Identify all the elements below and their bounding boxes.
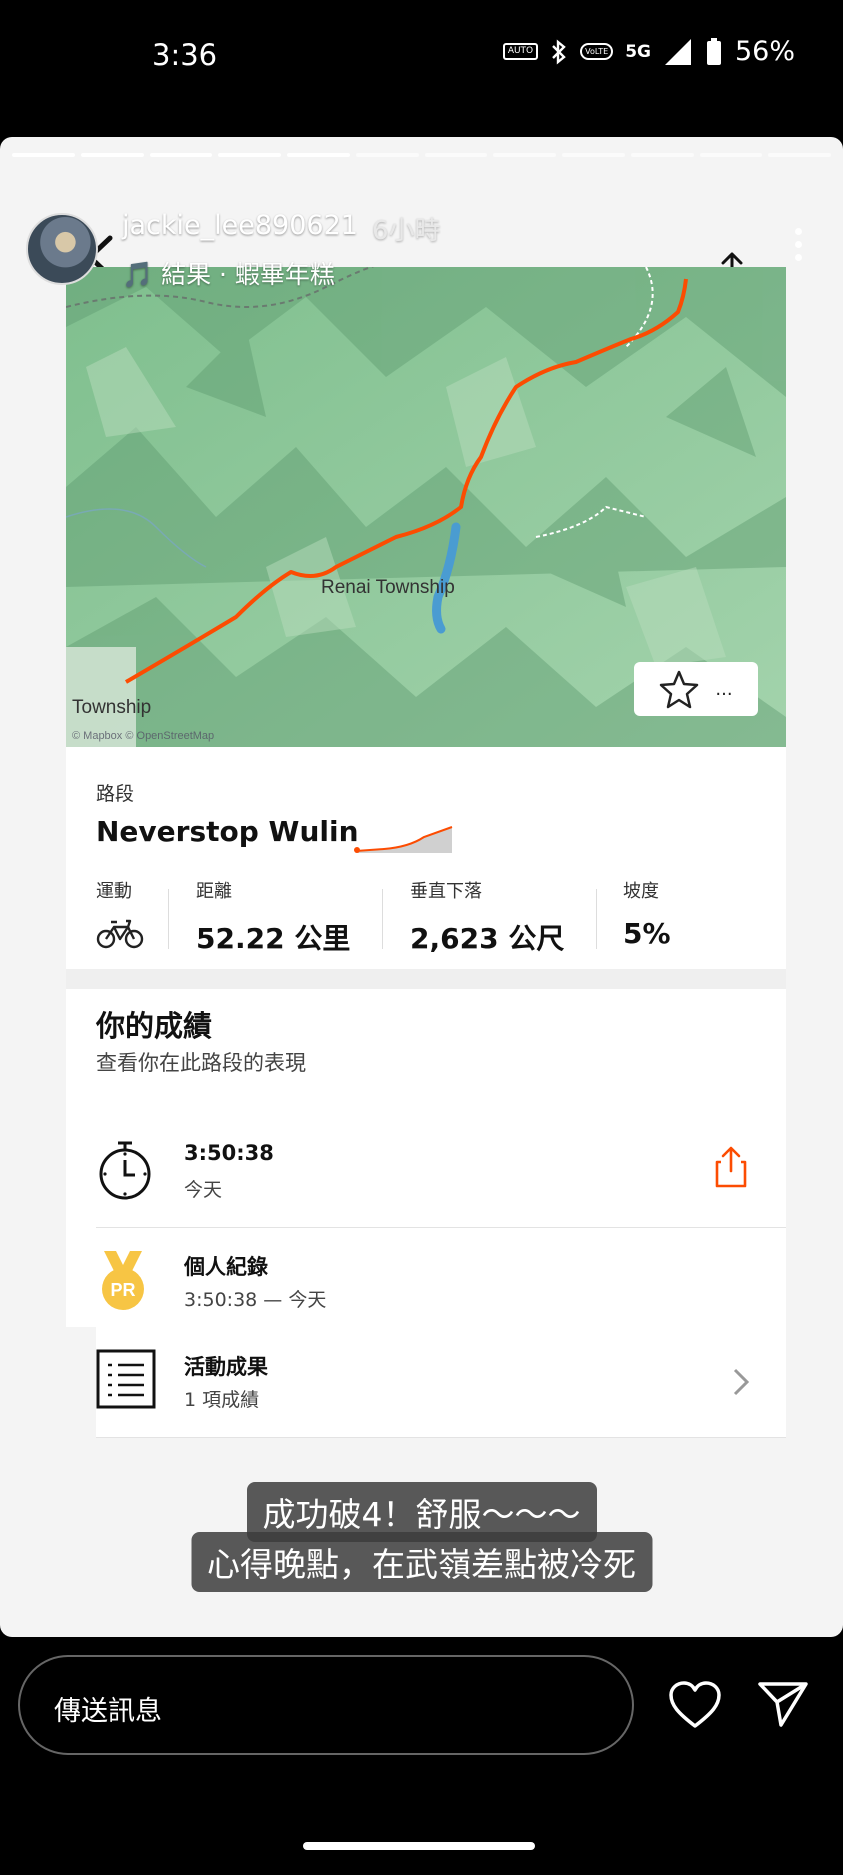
map-label-renai: Renai Township	[321, 577, 455, 598]
story-time-ago: 6小時	[372, 216, 441, 246]
stat-divider	[168, 889, 169, 949]
status-icons: AUTO VoLTE 5G 56%	[502, 36, 795, 67]
signal-icon	[664, 38, 691, 65]
map-label-township: Township	[72, 697, 151, 718]
story-progress-segment	[149, 153, 213, 157]
story-progress-segment	[12, 153, 75, 157]
stat-grade: 坡度 5%	[623, 877, 671, 950]
stat-divider	[596, 889, 597, 949]
volte-icon: VoLTE	[580, 43, 614, 60]
stat-distance-value: 52.22 公里	[196, 922, 351, 955]
segment-card: 路段 Neverstop Wulin 運動 距離 52.22 公里 垂直下落 2…	[66, 747, 786, 1338]
map-attribution: © Mapbox © OpenStreetMap	[72, 730, 214, 742]
result-row-time[interactable]: 3:50:38 今天	[96, 1117, 786, 1228]
story-more-icon[interactable]	[795, 228, 803, 267]
segment-stats: 運動 距離 52.22 公里 垂直下落 2,623 公尺 坡度 5%	[96, 877, 756, 957]
chevron-right-icon[interactable]	[732, 1367, 750, 1397]
pr-badge-text: PR	[110, 1280, 135, 1300]
story-progress-segment	[80, 153, 144, 157]
performance-subtitle: 查看你在此路段的表現	[96, 1051, 306, 1075]
pr-medal-icon: PR	[102, 1251, 144, 1310]
story-progress-segment	[424, 153, 488, 157]
home-indicator[interactable]	[303, 1842, 535, 1850]
segment-label: 路段	[96, 783, 135, 805]
story-progress-segment	[562, 153, 625, 157]
battery-icon	[706, 37, 721, 65]
result-date: 今天	[184, 1179, 223, 1201]
stat-sport: 運動	[96, 877, 144, 953]
result-row-achievements[interactable]: 活動成果 1 項成績	[96, 1327, 786, 1438]
story-progress-segment	[630, 153, 694, 157]
caption-line-2: 心得晚點，在武嶺差點被冷死	[191, 1532, 652, 1592]
send-icon[interactable]	[757, 1680, 809, 1728]
stat-vertical-drop: 垂直下落 2,623 公尺	[410, 877, 564, 957]
achievements-count: 1 項成績	[184, 1389, 260, 1411]
story-music[interactable]: 🎵 結果 · 蝦畢年糕	[122, 255, 335, 291]
pr-title: 個人紀錄	[184, 1255, 268, 1279]
section-divider	[66, 969, 786, 989]
stopwatch-icon	[99, 1141, 151, 1200]
story-frame[interactable]: 路段	[0, 137, 843, 1637]
story-username[interactable]: jackie_lee890621	[122, 210, 358, 241]
result-time: 3:50:38	[184, 1141, 274, 1165]
performance-title: 你的成績	[96, 1009, 213, 1043]
stat-drop-value: 2,623 公尺	[410, 922, 565, 955]
status-bar: 3:36 AUTO VoLTE 5G 56%	[0, 0, 843, 120]
stat-distance: 距離 52.22 公里	[196, 877, 350, 957]
stat-divider	[382, 889, 383, 949]
story-progress-segment	[287, 153, 350, 157]
result-row-pr[interactable]: PR 個人紀錄 3:50:38 — 今天	[96, 1227, 786, 1338]
avatar[interactable]	[26, 213, 98, 285]
story-header: jackie_lee890621 6小時 🎵 結果 · 蝦畢年糕	[0, 173, 843, 289]
achievements-title: 活動成果	[184, 1355, 268, 1379]
stat-sport-label: 運動	[96, 881, 132, 902]
elevation-profile-icon	[354, 826, 453, 853]
stat-grade-label: 坡度	[623, 881, 659, 902]
status-time: 3:36	[152, 38, 218, 72]
bluetooth-icon	[552, 38, 566, 65]
route-map[interactable]: Renai Township Township © Mapbox © OpenS…	[66, 267, 786, 747]
share-result-icon[interactable]	[714, 1145, 748, 1189]
pr-detail: 3:50:38 — 今天	[184, 1289, 327, 1311]
star-icon	[660, 670, 699, 709]
stat-grade-value: 5%	[623, 917, 671, 950]
stat-drop-label: 垂直下落	[410, 881, 482, 902]
story-progress-segment	[768, 153, 831, 157]
heart-icon[interactable]	[668, 1680, 722, 1730]
list-document-icon	[96, 1349, 156, 1409]
story-progress	[12, 153, 831, 157]
reply-input[interactable]: 傳送訊息	[18, 1655, 634, 1755]
reply-placeholder: 傳送訊息	[54, 1696, 162, 1727]
more-options[interactable]: ...	[715, 679, 732, 700]
story-progress-segment	[218, 153, 281, 157]
story-progress-segment	[355, 153, 419, 157]
stat-distance-label: 距離	[196, 881, 232, 902]
auto-hz-icon: AUTO	[502, 43, 539, 60]
bicycle-icon	[96, 919, 144, 949]
story-progress-segment	[699, 153, 763, 157]
network-5g: 5G	[625, 41, 651, 62]
segment-name: Neverstop Wulin	[96, 815, 359, 848]
battery-percent: 56%	[734, 36, 795, 67]
star-segment-button[interactable]: ...	[634, 662, 758, 716]
story-progress-segment	[493, 153, 556, 157]
